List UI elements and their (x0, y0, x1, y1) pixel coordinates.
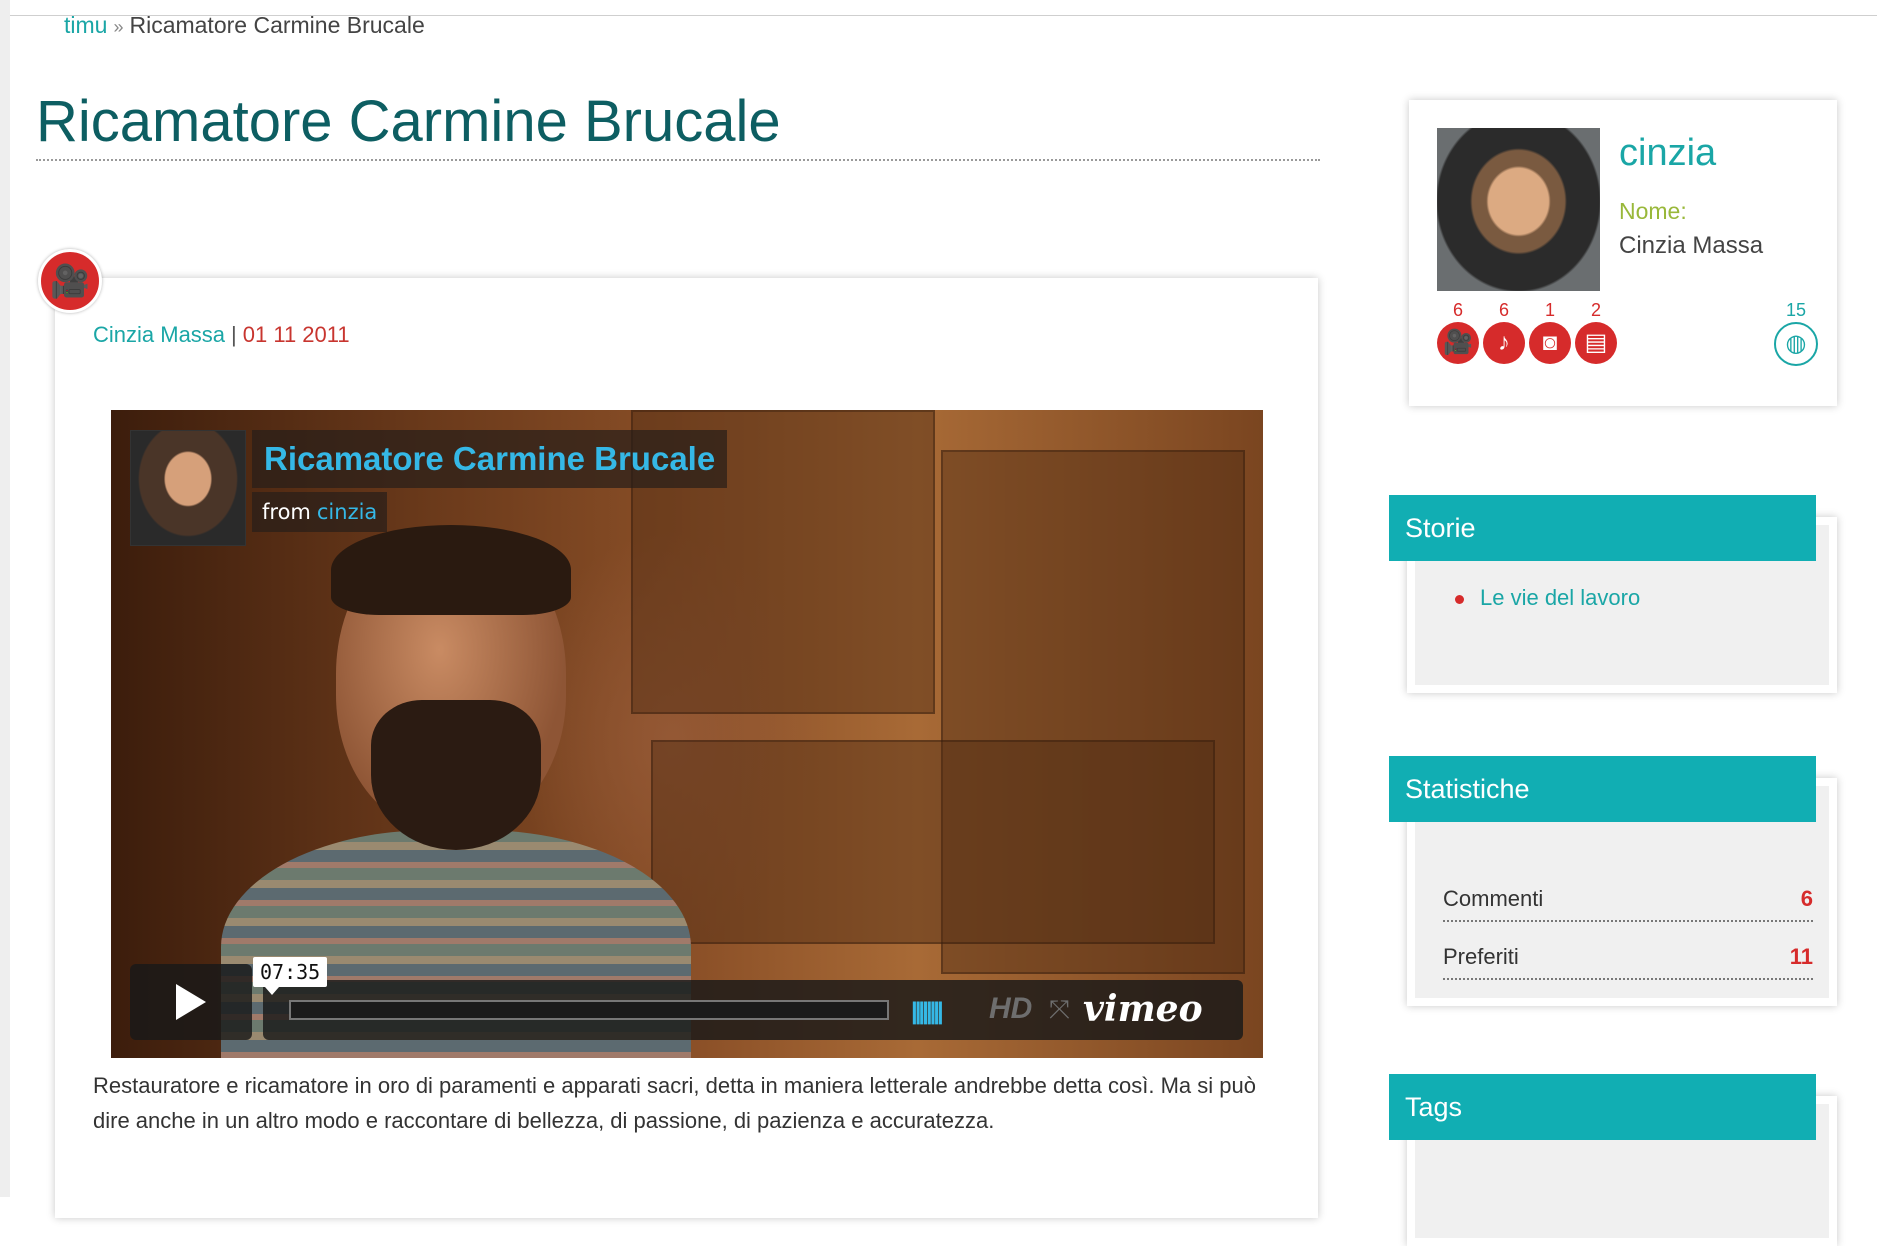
profile-avatar[interactable] (1437, 128, 1600, 291)
stat-photos[interactable]: 1 ◙ (1528, 300, 1572, 364)
profile-card: cinzia Nome: Cinzia Massa 6 🎥 6 ♪ 1 ◙ 2 … (1409, 100, 1837, 406)
tags-widget: Tags (1389, 1074, 1837, 1246)
post-date: 01 11 2011 (242, 322, 350, 347)
stat-row-favorites: Preferiti 11 (1443, 944, 1813, 980)
tags-widget-title: Tags (1389, 1074, 1816, 1140)
stat-audio[interactable]: 6 ♪ (1482, 300, 1526, 364)
profile-name-label: Nome: (1619, 198, 1687, 224)
profile-name-value: Cinzia Massa (1619, 232, 1764, 259)
meta-separator: | (231, 322, 237, 347)
stat-places-count: 15 (1785, 300, 1807, 320)
stat-row-value: 6 (1800, 886, 1813, 911)
video-from-label: from (262, 500, 311, 524)
hd-toggle[interactable]: HD (989, 992, 1032, 1026)
stat-row-comments: Commenti 6 (1443, 886, 1813, 922)
post-author-link[interactable]: Cinzia Massa (93, 322, 225, 347)
breadcrumb-separator: » (113, 17, 124, 37)
video-uploader-avatar[interactable] (130, 430, 246, 546)
video-from-line: from cinzia (252, 492, 388, 532)
play-button[interactable] (130, 964, 252, 1040)
video-player[interactable]: Ricamatore Carmine Brucale from cinzia ||… (111, 410, 1263, 1058)
stories-widget-title: Storie (1389, 495, 1816, 561)
stat-row-value: 11 (1789, 944, 1813, 969)
page-title: Ricamatore Carmine Brucale (36, 89, 781, 154)
subject-hair (331, 525, 571, 615)
profile-username-link[interactable]: cinzia (1619, 132, 1716, 175)
stats-widget-title: Statistiche (1389, 756, 1816, 822)
play-icon (176, 984, 206, 1020)
stat-videos[interactable]: 6 🎥 (1436, 300, 1480, 364)
page-left-gutter (0, 0, 10, 1197)
stories-widget: Le vie del lavoro Storie (1389, 495, 1837, 693)
video-controls: |||||||| HD ⤧ vimeo (263, 980, 1243, 1040)
video-type-icon: 🎥 (38, 249, 102, 313)
video-progress-track[interactable] (289, 1000, 889, 1020)
document-icon: ▤ (1575, 322, 1617, 364)
music-icon: ♪ (1483, 322, 1525, 364)
title-divider (36, 159, 1320, 161)
volume-bars-icon[interactable]: |||||||| (911, 998, 944, 1026)
stat-places[interactable]: 15 ◍ (1774, 300, 1818, 366)
stat-videos-count: 6 (1452, 300, 1463, 320)
bullet-icon (1455, 594, 1464, 604)
stat-photos-count: 1 (1544, 300, 1555, 320)
video-duration: 07:35 (253, 957, 328, 995)
breadcrumb: timu » Ricamatore Carmine Brucale (64, 12, 425, 39)
camera-icon: ◙ (1529, 322, 1571, 364)
video-bg-panel (651, 740, 1215, 944)
globe-icon: ◍ (1774, 322, 1818, 366)
stat-row-label: Commenti (1443, 886, 1544, 911)
stat-row-label: Preferiti (1443, 944, 1519, 969)
breadcrumb-current: Ricamatore Carmine Brucale (129, 12, 425, 38)
breadcrumb-home-link[interactable]: timu (64, 12, 107, 38)
subject-beard (371, 700, 541, 850)
vimeo-logo[interactable]: vimeo (1083, 988, 1203, 1030)
film-icon: 🎥 (1437, 322, 1479, 364)
video-title-link[interactable]: Ricamatore Carmine Brucale (252, 430, 728, 488)
story-link[interactable]: Le vie del lavoro (1455, 585, 1640, 611)
stat-audio-count: 6 (1498, 300, 1509, 320)
post-meta: Cinzia Massa | 01 11 2011 (93, 322, 350, 348)
stats-widget: Commenti 6 Preferiti 11 Statistiche (1389, 756, 1837, 1006)
post-description: Restauratore e ricamatore in oro di para… (93, 1073, 1256, 1133)
stat-documents[interactable]: 2 ▤ (1574, 300, 1618, 364)
stat-documents-count: 2 (1590, 300, 1601, 320)
story-link-label: Le vie del lavoro (1480, 585, 1641, 610)
fullscreen-icon[interactable]: ⤧ (1049, 994, 1070, 1026)
video-from-user-link[interactable]: cinzia (317, 500, 377, 524)
